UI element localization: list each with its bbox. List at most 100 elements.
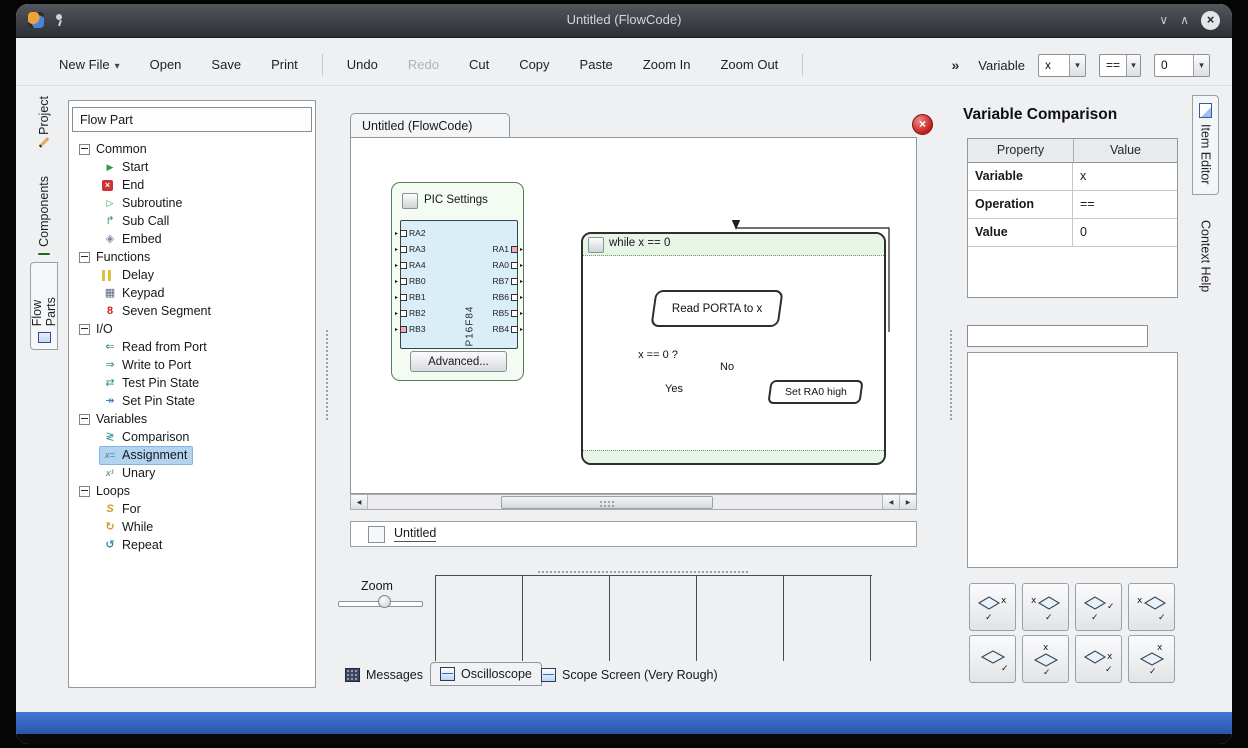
- comparison-variant-2-button[interactable]: x✓: [1022, 583, 1069, 631]
- read-porta-block[interactable]: Read PORTA to x: [650, 290, 783, 327]
- zoom-in-button[interactable]: Zoom In: [628, 52, 706, 77]
- tree-branch-loops[interactable]: Loops: [70, 482, 314, 500]
- collapse-icon[interactable]: [79, 144, 90, 155]
- pin-state-box[interactable]: [511, 262, 518, 269]
- collapse-icon[interactable]: [79, 486, 90, 497]
- tree-branch-functions[interactable]: Functions: [70, 248, 314, 266]
- pin-state-box[interactable]: [511, 326, 518, 333]
- comparison-variant-8-button[interactable]: x✓: [1128, 635, 1175, 683]
- operation-combo[interactable]: ==: [1099, 54, 1141, 77]
- tree-item-end[interactable]: End: [70, 176, 314, 194]
- tree-item-delay[interactable]: Delay: [70, 266, 314, 284]
- tree-item-subroutine[interactable]: Subroutine: [70, 194, 314, 212]
- bottom-splitter[interactable]: [538, 571, 748, 573]
- comparison-variant-4-button[interactable]: x✓: [1128, 583, 1175, 631]
- collapse-icon[interactable]: [79, 414, 90, 425]
- maximize-window-button[interactable]: [1180, 10, 1189, 30]
- close-document-button[interactable]: [912, 114, 933, 135]
- close-window-button[interactable]: [1201, 11, 1220, 30]
- left-splitter[interactable]: [326, 330, 328, 420]
- pin-state-box[interactable]: [511, 310, 518, 317]
- pic-settings-panel[interactable]: PIC Settings P16F84 RA2 RA3RA1 RA4RA0 RB…: [391, 182, 524, 381]
- pin-state-box[interactable]: [400, 278, 407, 285]
- set-ra0-block[interactable]: Set RA0 high: [767, 380, 863, 404]
- value-cell[interactable]: 0: [1073, 219, 1177, 246]
- tree-item-while[interactable]: While: [70, 518, 314, 536]
- flowchart-canvas[interactable]: PIC Settings P16F84 RA2 RA3RA1 RA4RA0 RB…: [350, 137, 917, 494]
- canvas-horizontal-scrollbar[interactable]: [350, 494, 917, 510]
- tree-branch-common[interactable]: Common: [70, 140, 314, 158]
- pin-state-box[interactable]: [400, 230, 407, 237]
- tree-item-for[interactable]: For: [70, 500, 314, 518]
- tree-branch-variables[interactable]: Variables: [70, 410, 314, 428]
- value-combo[interactable]: 0: [1154, 54, 1210, 77]
- tree-item-read-from-port[interactable]: Read from Port: [70, 338, 314, 356]
- advanced-button[interactable]: Advanced...: [410, 351, 507, 372]
- collapse-icon[interactable]: [79, 252, 90, 263]
- pin-state-box[interactable]: [400, 262, 407, 269]
- sidebar-tab-flow-parts[interactable]: Flow Parts: [30, 262, 58, 350]
- tree-item-unary[interactable]: Unary: [70, 464, 314, 482]
- sidebar-tab-components[interactable]: Components: [30, 170, 58, 258]
- variable-combo[interactable]: x: [1038, 54, 1086, 77]
- while-loop-header[interactable]: while x == 0: [583, 234, 884, 256]
- scroll-left-button[interactable]: [882, 495, 899, 509]
- tree-branch-io[interactable]: I/O: [70, 320, 314, 338]
- pin-state-box[interactable]: [400, 294, 407, 301]
- tree-item-sub-call[interactable]: Sub Call: [70, 212, 314, 230]
- toolbar-overflow-button[interactable]: »: [945, 55, 965, 75]
- tab-scope-screen[interactable]: Scope Screen (Very Rough): [541, 668, 718, 682]
- document-name-strip[interactable]: Untitled: [350, 521, 917, 547]
- pin-state-box[interactable]: [400, 310, 407, 317]
- comparison-variant-6-button[interactable]: x✓: [1022, 635, 1069, 683]
- tree-item-comparison[interactable]: Comparison: [70, 428, 314, 446]
- save-button[interactable]: Save: [196, 52, 256, 77]
- print-button[interactable]: Print: [256, 52, 313, 77]
- pin-state-box[interactable]: [511, 278, 518, 285]
- decision-label[interactable]: x == 0 ?: [623, 349, 693, 361]
- chevron-down-icon[interactable]: [1069, 55, 1085, 76]
- titlebar[interactable]: Untitled (FlowCode): [16, 4, 1232, 38]
- sidebar-tab-project[interactable]: Project: [30, 90, 58, 166]
- value-cell[interactable]: x: [1073, 163, 1177, 190]
- tree-item-seven-segment[interactable]: Seven Segment: [70, 302, 314, 320]
- dock-tab-item-editor[interactable]: Item Editor: [1192, 95, 1219, 195]
- cut-button[interactable]: Cut: [454, 52, 504, 77]
- right-splitter[interactable]: [950, 330, 952, 420]
- component-handle-icon[interactable]: [402, 193, 418, 209]
- tree-item-embed[interactable]: Embed: [70, 230, 314, 248]
- pin-state-box[interactable]: [511, 246, 518, 253]
- tab-oscilloscope[interactable]: Oscilloscope: [430, 662, 542, 686]
- zoom-out-button[interactable]: Zoom Out: [705, 52, 793, 77]
- pin-state-box[interactable]: [400, 326, 407, 333]
- chevron-down-icon[interactable]: [1193, 55, 1209, 76]
- tree-item-test-pin-state[interactable]: Test Pin State: [70, 374, 314, 392]
- block-handle-icon[interactable]: [588, 237, 604, 253]
- value-cell[interactable]: ==: [1073, 191, 1177, 218]
- paste-button[interactable]: Paste: [565, 52, 628, 77]
- document-checkbox[interactable]: [368, 526, 385, 543]
- comparison-variant-1-button[interactable]: x✓: [969, 583, 1016, 631]
- shade-window-button[interactable]: [1159, 10, 1168, 30]
- comparison-variant-7-button[interactable]: x✓: [1075, 635, 1122, 683]
- document-tab[interactable]: Untitled (FlowCode): [350, 113, 510, 138]
- chevron-down-icon[interactable]: [1126, 55, 1140, 76]
- tree-item-set-pin-state[interactable]: Set Pin State: [70, 392, 314, 410]
- scroll-left-button[interactable]: [351, 495, 368, 509]
- pin-state-box[interactable]: [400, 246, 407, 253]
- new-file-button[interactable]: New File: [44, 52, 135, 77]
- item-editor-input[interactable]: [967, 325, 1148, 347]
- tree-item-write-to-port[interactable]: Write to Port: [70, 356, 314, 374]
- collapse-icon[interactable]: [79, 324, 90, 335]
- zoom-slider-thumb[interactable]: [378, 595, 391, 608]
- tree-item-repeat[interactable]: Repeat: [70, 536, 314, 554]
- tab-messages[interactable]: Messages: [345, 668, 423, 682]
- comparison-variant-5-button[interactable]: ✓: [969, 635, 1016, 683]
- copy-button[interactable]: Copy: [504, 52, 564, 77]
- comparison-variant-3-button[interactable]: ✓✓: [1075, 583, 1122, 631]
- tree-item-keypad[interactable]: Keypad: [70, 284, 314, 302]
- scroll-right-button[interactable]: [899, 495, 916, 509]
- undo-button[interactable]: Undo: [332, 52, 393, 77]
- tree-item-start[interactable]: Start: [70, 158, 314, 176]
- document-name[interactable]: Untitled: [394, 526, 436, 542]
